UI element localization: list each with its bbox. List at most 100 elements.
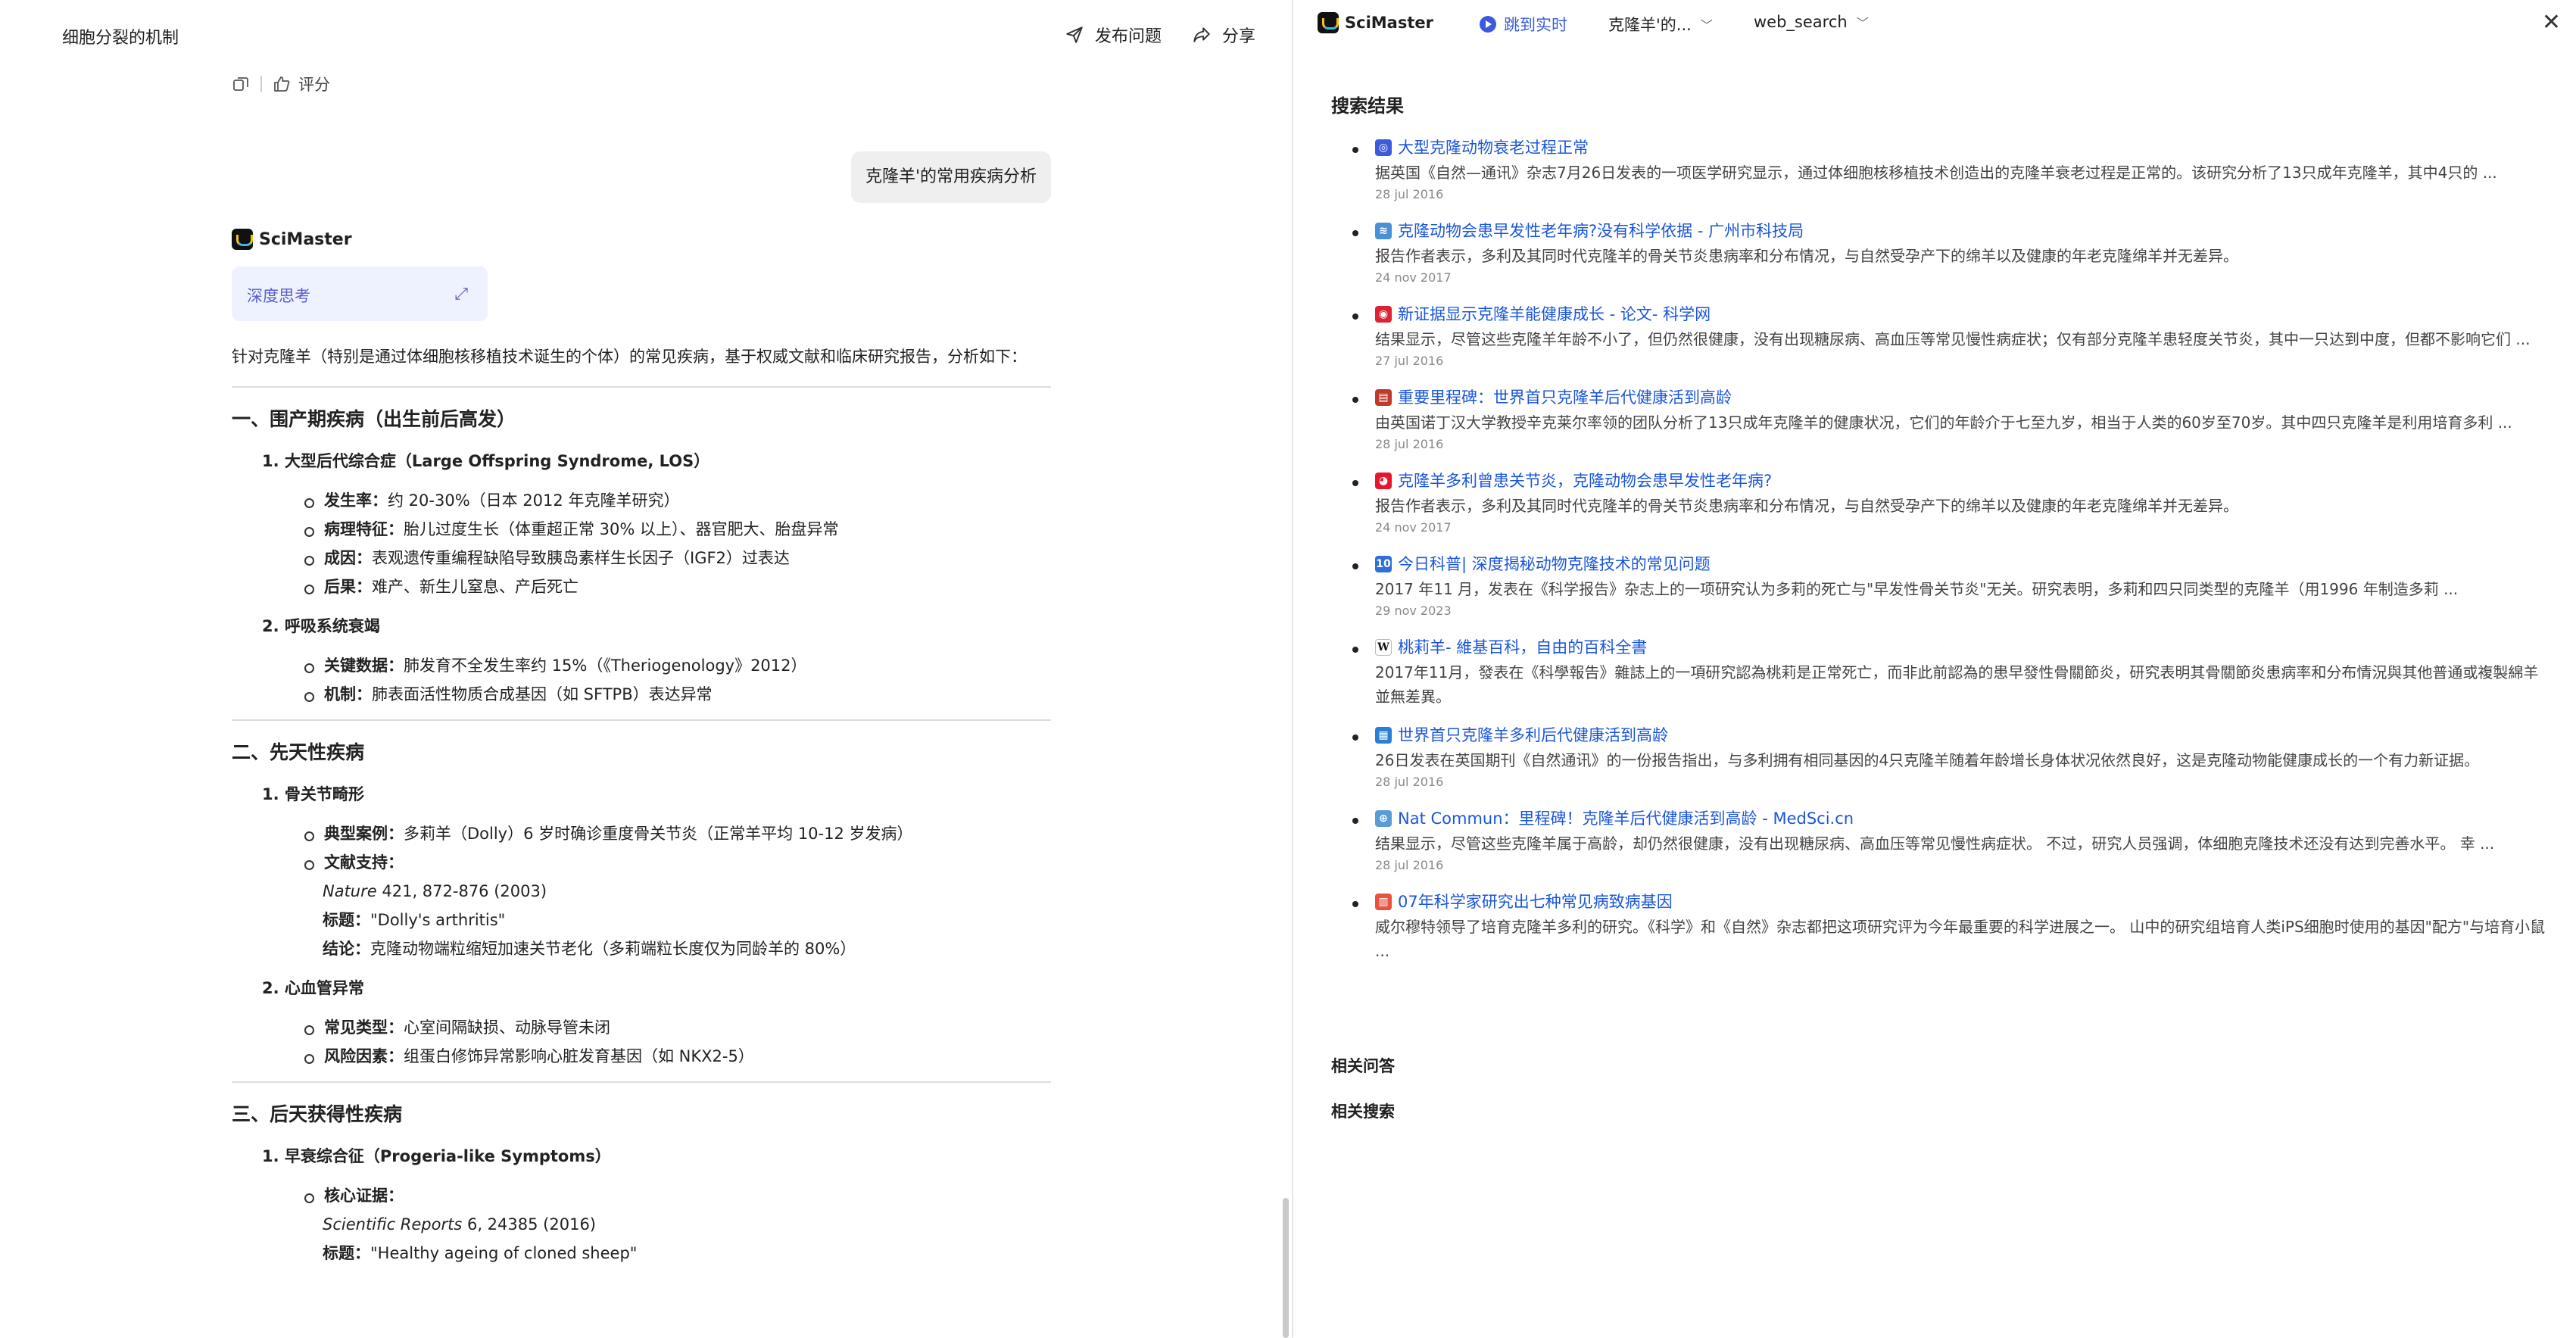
- search-result-link[interactable]: ▦ 世界首只克隆羊多利后代健康活到高龄: [1375, 722, 2550, 748]
- search-result-snippet: 威尔穆特领导了培育克隆羊多利的研究。《科学》和《自然》杂志都把这项研究评为今年最…: [1375, 918, 2546, 960]
- search-result-link[interactable]: ▤ 重要里程碑：世界首只克隆羊后代健康活到高龄: [1375, 385, 2550, 410]
- gz-science-icon: ≋: [1375, 223, 1392, 239]
- share-icon: [1193, 27, 1210, 42]
- list-item: 发生率：约 20-30%（日本 2012 年克隆羊研究）: [304, 486, 1051, 515]
- query-dropdown-value: 克隆羊'的...: [1608, 16, 1692, 34]
- search-result-link[interactable]: ◎ 大型克隆动物衰老过程正常: [1375, 135, 2550, 161]
- bullet-value: 表观遗传重编程缺陷导致胰岛素样生长因子（IGF2）过表达: [372, 549, 790, 567]
- panel-brand: SciMaster: [1318, 12, 1433, 33]
- search-result-snippet: 据英国《自然—通讯》杂志7月26日发表的一项医学研究显示，通过体细胞核移植技术创…: [1375, 164, 2497, 182]
- search-result-title: 今日科普| 深度揭秘动物克隆技术的常见问题: [1398, 555, 1711, 573]
- search-result-title: 克隆动物会患早发性老年病?没有科学依据 - 广州市科技局: [1398, 222, 1804, 240]
- share-button[interactable]: 分享: [1192, 23, 1255, 47]
- journal-name: Scientific Reports: [323, 1215, 463, 1234]
- divider: [260, 76, 262, 92]
- search-result-link[interactable]: ▥ 07年科学家研究出七种常见病致病基因: [1375, 889, 2550, 915]
- tool-dropdown[interactable]: web_search ﹀: [1754, 13, 1869, 31]
- section-heading: 二、先天性疾病: [232, 741, 365, 763]
- assistant-brand: SciMaster: [232, 229, 352, 250]
- search-result-link[interactable]: ⊕ Nat Commun：里程碑！克隆羊后代健康活到高龄 - MedSci.cn: [1375, 806, 2550, 831]
- citation-ref: Scientific Reports 6, 24385 (2016): [323, 1210, 1051, 1239]
- search-result-link[interactable]: ◕ 克隆羊多利曾患关节炎，克隆动物会患早发性老年病?: [1375, 468, 2550, 494]
- bullet-key: 核心证据：: [324, 1187, 404, 1205]
- citation-key: 标题：: [323, 1244, 370, 1262]
- search-result-date: 28 jul 2016: [1375, 858, 1444, 872]
- chevron-down-icon: ﹀: [1856, 16, 1869, 30]
- search-result-item: ◎ 大型克隆动物衰老过程正常据英国《自然—通讯》杂志7月26日发表的一项医学研究显…: [1352, 135, 2550, 204]
- tool-dropdown-value: web_search: [1754, 13, 1848, 31]
- search-results-list: ◎ 大型克隆动物衰老过程正常据英国《自然—通讯》杂志7月26日发表的一项医学研究显…: [1352, 135, 2550, 977]
- citation-value: 克隆动物端粒缩短加速关节老化（多莉端粒长度仅为同龄羊的 80%）: [370, 940, 856, 958]
- search-result-link[interactable]: W 桃莉羊- 維基百科，自由的百科全書: [1375, 635, 2550, 660]
- bullet-key: 关键数据：: [324, 657, 404, 675]
- bullet-list: 核心证据：: [304, 1181, 1051, 1210]
- list-item: 病理特征：胎儿过度生长（体重超正常 30% 以上）、器官肥大、胎盘异常: [304, 515, 1051, 544]
- bullet-value: 约 20-30%（日本 2012 年克隆羊研究）: [388, 491, 680, 510]
- bullet-value: 组蛋白修饰异常影响心脏发育基因（如 NKX2-5）: [404, 1047, 754, 1065]
- search-result-date: 29 nov 2023: [1375, 604, 1452, 618]
- deep-thinking-panel[interactable]: 深度思考 ⤢: [232, 267, 488, 321]
- toutiao-icon: 10: [1375, 556, 1392, 572]
- search-result-snippet: 26日发表在英国期刊《自然通讯》的一份报告指出，与多利拥有相同基因的4只克隆羊随…: [1375, 751, 2480, 769]
- list-item: 机制：肺表面活性物质合成基因（如 SFTPB）表达异常: [304, 680, 1051, 709]
- user-question-bubble: 克隆羊'的常用疾病分析: [851, 151, 1051, 203]
- close-icon[interactable]: ✕: [2542, 9, 2561, 36]
- search-panel-header: SciMaster 跳到实时 克隆羊'的... ﹀ web_search ﹀ ✕: [1293, 0, 2576, 48]
- chat-header: 细胞分裂的机制 发布问题 分享: [0, 0, 1292, 68]
- search-result-date: 27 jul 2016: [1375, 354, 1444, 368]
- citation-key: 标题：: [323, 911, 370, 929]
- bullet-value: 心室间隔缺损、动脉导管未闭: [404, 1018, 610, 1037]
- share-label: 分享: [1222, 27, 1256, 46]
- search-result-link[interactable]: ≋ 克隆动物会患早发性老年病?没有科学依据 - 广州市科技局: [1375, 218, 2550, 244]
- chevron-down-icon: ﹀: [1700, 18, 1713, 33]
- related-search-section[interactable]: 相关搜索: [1331, 1099, 1395, 1122]
- search-result-title: 大型克隆动物衰老过程正常: [1398, 139, 1589, 157]
- section-heading: 一、围产期疾病（出生前后高发）: [232, 408, 516, 430]
- citation: Nature 421, 872-876 (2003) 标题："Dolly's a…: [323, 877, 1051, 963]
- citation-title: 标题："Healthy ageing of cloned sheep": [323, 1239, 1051, 1268]
- search-result-snippet: 报告作者表示，多利及其同时代克隆羊的骨关节炎患病率和分布情况，与自然受孕产下的绵…: [1375, 497, 2238, 515]
- jump-to-live-button[interactable]: 跳到实时: [1480, 13, 1567, 36]
- journal-name: Nature: [323, 882, 377, 900]
- news-icon: ▤: [1375, 389, 1392, 406]
- query-dropdown[interactable]: 克隆羊'的... ﹀: [1608, 13, 1713, 36]
- assistant-name: SciMaster: [259, 229, 352, 249]
- search-result-item: ▦ 世界首只克隆羊多利后代健康活到高龄 26日发表在英国期刊《自然通讯》的一份报告指…: [1352, 722, 2550, 792]
- copy-icon[interactable]: [232, 75, 250, 93]
- jump-to-live-label: 跳到实时: [1504, 16, 1567, 34]
- list-item: 风险因素：组蛋白修饰异常影响心脏发育基因（如 NKX2-5）: [304, 1042, 1051, 1071]
- search-result-title: 07年科学家研究出七种常见病致病基因: [1398, 893, 1673, 911]
- answer-content: 针对克隆羊（特别是通过体细胞核移植技术诞生的个体）的常见疾病，基于权威文献和临床…: [232, 342, 1051, 1268]
- bullet-key: 机制：: [324, 685, 372, 703]
- bullet-list: 关键数据：肺发育不全发生率约 15%（《Theriogenology》2012）…: [304, 651, 1051, 709]
- message-actions: 评分: [232, 73, 330, 95]
- search-result-link[interactable]: ◉ 新证据显示克隆羊能健康成长 - 论文- 科学网: [1375, 301, 2550, 327]
- bullet-key: 典型案例：: [324, 825, 404, 843]
- publish-question-button[interactable]: 发布问题: [1065, 23, 1162, 47]
- list-item: 后果：难产、新生儿窒息、产后死亡: [304, 572, 1051, 601]
- bullet-key: 后果：: [324, 578, 372, 596]
- gov-icon: ▦: [1375, 727, 1392, 744]
- search-result-snippet: 2017年11月，發表在《科學報告》雜誌上的一項研究認為桃莉是正常死亡，而非此前…: [1375, 663, 2539, 706]
- list-item-heading: 2. 呼吸系统衰竭: [262, 617, 380, 635]
- search-result-date: 24 nov 2017: [1375, 270, 1452, 285]
- search-result-title: 世界首只克隆羊多利后代健康活到高龄: [1398, 726, 1668, 744]
- scimaster-logo-icon: [1318, 12, 1339, 33]
- bullet-key: 发生率：: [324, 491, 388, 510]
- section-heading: 三、后天获得性疾病: [232, 1103, 403, 1125]
- citation-ref: Nature 421, 872-876 (2003): [323, 877, 1051, 906]
- search-result-snippet: 报告作者表示，多利及其同时代克隆羊的骨关节炎患病率和分布情况，与自然受孕产下的绵…: [1375, 247, 2238, 265]
- conversation-title[interactable]: 细胞分裂的机制: [62, 24, 179, 48]
- divider: [232, 1081, 1051, 1083]
- list-item: 核心证据：: [304, 1181, 1051, 1210]
- scrollbar-thumb[interactable]: [1283, 1198, 1289, 1338]
- bullet-value: 胎儿过度生长（体重超正常 30% 以上）、器官肥大、胎盘异常: [404, 520, 839, 538]
- search-result-item: ▤ 重要里程碑：世界首只克隆羊后代健康活到高龄 由英国诺丁汉大学教授辛克莱尔率领的团…: [1352, 385, 2550, 454]
- citation-key: 结论：: [323, 940, 370, 958]
- search-result-date: 28 jul 2016: [1375, 437, 1444, 451]
- search-result-title: Nat Commun：里程碑！克隆羊后代健康活到高龄 - MedSci.cn: [1398, 809, 1854, 828]
- related-qa-section[interactable]: 相关问答: [1331, 1054, 1395, 1077]
- rate-button[interactable]: 评分: [273, 73, 330, 95]
- expand-icon[interactable]: ⤢: [454, 285, 468, 304]
- search-result-link[interactable]: 10 今日科普| 深度揭秘动物克隆技术的常见问题: [1375, 551, 2550, 577]
